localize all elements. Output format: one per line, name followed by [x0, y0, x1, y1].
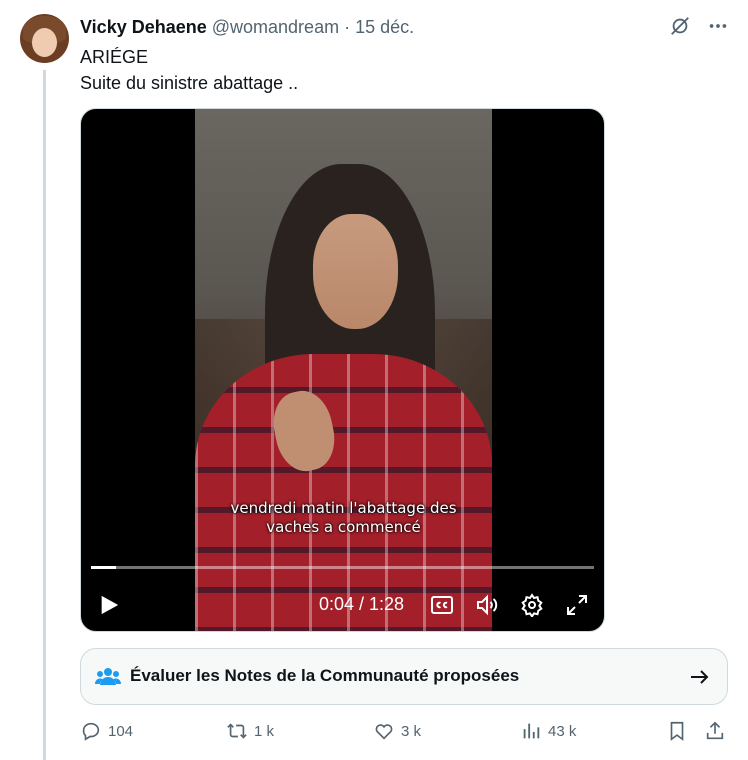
video-progress-bar[interactable]	[91, 566, 594, 569]
author-handle[interactable]: @womandream	[212, 17, 339, 38]
video-frame	[195, 109, 492, 631]
author-name[interactable]: Vicky Dehaene	[80, 17, 207, 38]
thread-line	[43, 70, 46, 760]
tweet-line-1: ARIÉGE	[80, 47, 149, 67]
bookmark-icon	[670, 721, 684, 741]
arrow-right-icon	[691, 670, 709, 684]
play-icon[interactable]	[98, 594, 120, 616]
tweet-top-actions	[668, 14, 730, 38]
share-button[interactable]	[704, 720, 726, 742]
video-player[interactable]: vendredi matin l'abattage des vaches a c…	[80, 108, 605, 632]
tweet-text: ARIÉGE Suite du sinistre abattage ..	[80, 44, 298, 96]
video-time: 0:04 / 1:28	[319, 594, 405, 614]
grok-icon[interactable]	[668, 14, 692, 38]
tweet-date[interactable]: 15 déc.	[355, 17, 414, 38]
share-icon	[706, 721, 724, 740]
like-icon	[375, 724, 393, 740]
bookmark-button[interactable]	[666, 720, 688, 742]
reply-icon	[82, 722, 100, 741]
like-count: 3 k	[401, 722, 422, 740]
video-progress-fill	[91, 566, 117, 569]
reply-count: 104	[108, 722, 134, 740]
repost-icon	[227, 723, 247, 739]
tweet-header: Vicky Dehaene @womandream · 15 déc.	[80, 16, 414, 38]
repost-count: 1 k	[254, 722, 275, 740]
people-icon	[95, 668, 121, 685]
cc-icon[interactable]	[430, 593, 454, 617]
video-caption-line-1: vendredi matin l'abattage des	[230, 499, 457, 517]
tweet-line-2: Suite du sinistre abattage ..	[80, 73, 299, 93]
views-icon	[523, 723, 540, 739]
tweet-actions: 104 1 k 3 k 43 k	[80, 720, 730, 746]
community-notes-button[interactable]: Évaluer les Notes de la Communauté propo…	[80, 648, 728, 705]
fullscreen-icon[interactable]	[565, 593, 589, 617]
views-button[interactable]: 43 k	[520, 720, 576, 742]
view-count: 43 k	[548, 722, 577, 740]
settings-icon[interactable]	[520, 593, 544, 617]
repost-button[interactable]: 1 k	[226, 720, 274, 742]
video-controls: 0:04 / 1:28	[81, 589, 604, 619]
community-notes-label: Évaluer les Notes de la Communauté propo…	[130, 666, 520, 685]
volume-icon[interactable]	[475, 593, 499, 617]
more-icon[interactable]	[706, 14, 730, 38]
reply-button[interactable]: 104	[80, 720, 133, 742]
video-caption-line-2: vaches a commencé	[266, 518, 421, 536]
like-button[interactable]: 3 k	[373, 720, 421, 742]
separator-dot: ·	[344, 16, 351, 37]
avatar[interactable]	[20, 14, 69, 63]
